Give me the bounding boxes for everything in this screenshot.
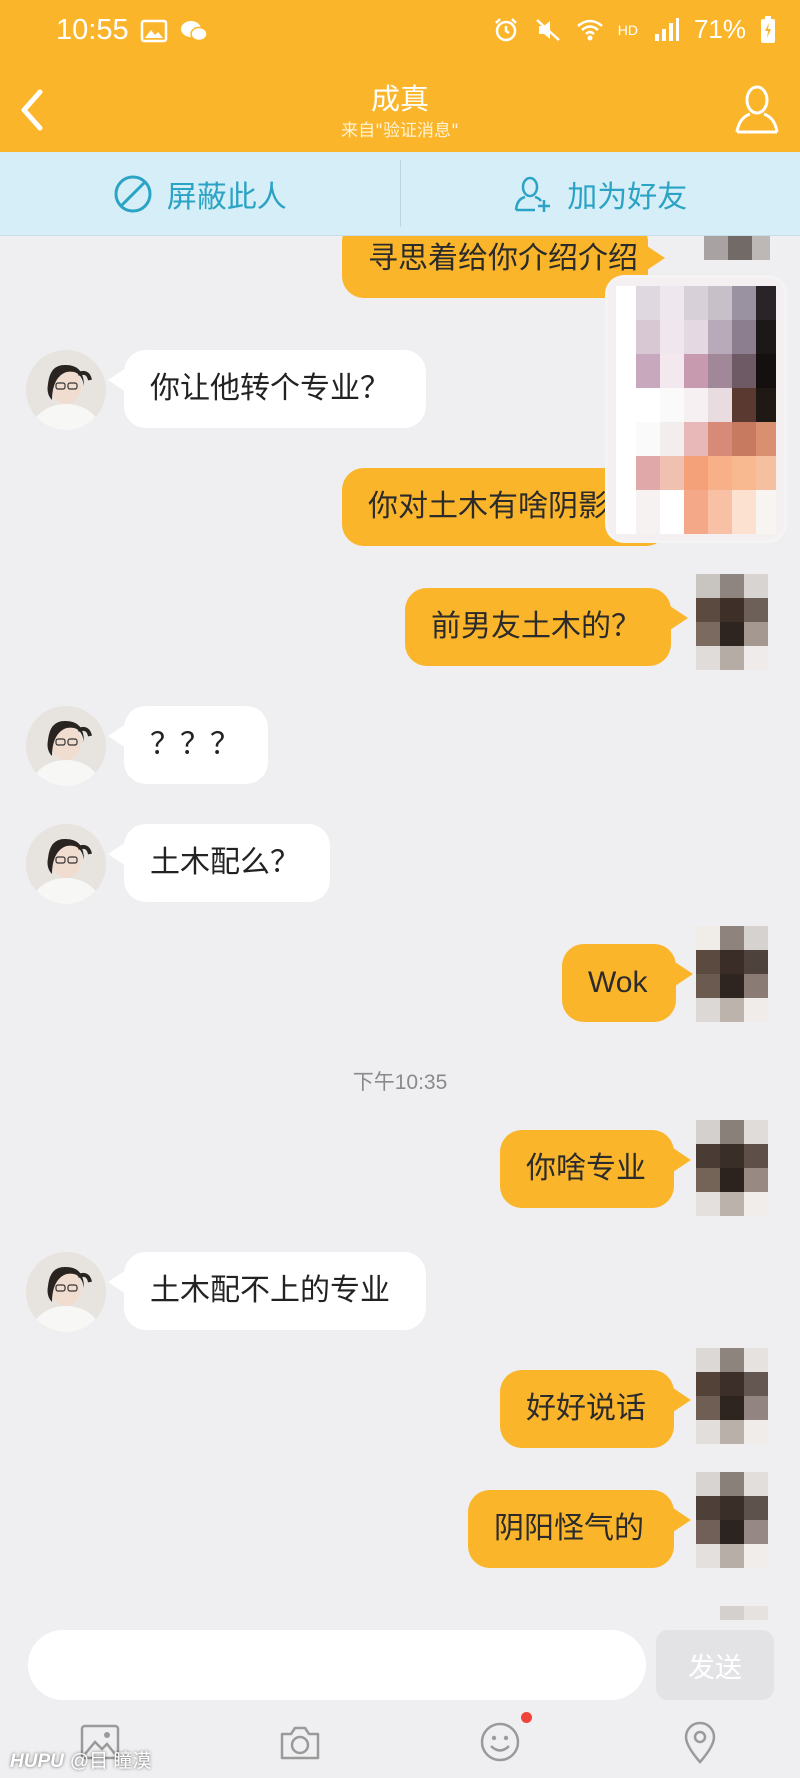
message-bubble-outgoing[interactable]: 前男友土木的？ bbox=[405, 588, 671, 666]
alarm-icon bbox=[494, 17, 517, 41]
add-friend-label: 加为好友 bbox=[567, 179, 688, 215]
block-icon bbox=[114, 175, 152, 212]
message-text: 你让他转个专业？ bbox=[150, 371, 390, 406]
watermark-handle: @目 瞳漠 bbox=[69, 1751, 152, 1772]
bubble-tail bbox=[673, 1388, 691, 1412]
profile-icon[interactable] bbox=[732, 80, 782, 138]
wechat-notification-icon bbox=[181, 21, 208, 42]
avatar-photo bbox=[26, 824, 106, 904]
add-friend-button[interactable]: 加为好友 bbox=[401, 152, 800, 235]
status-time: 10:55 bbox=[56, 14, 129, 46]
my-avatar[interactable] bbox=[696, 574, 774, 674]
message-text: 寻思着给你介绍介绍 bbox=[368, 241, 638, 276]
block-user-label: 屏蔽此人 bbox=[166, 179, 287, 215]
wifi-icon bbox=[576, 19, 603, 40]
message-bubble-incoming[interactable]: 土木配么？ bbox=[124, 824, 330, 902]
avatar-photo bbox=[26, 1252, 106, 1332]
message-bubble-outgoing[interactable]: 阴阳怪气的 bbox=[468, 1490, 674, 1568]
pixelated-photo bbox=[608, 278, 784, 540]
mute-icon bbox=[535, 18, 560, 41]
my-avatar[interactable] bbox=[696, 1606, 774, 1620]
add-friend-icon bbox=[515, 176, 551, 212]
battery-icon bbox=[761, 15, 775, 43]
status-system-icons: HD 71% bbox=[492, 14, 776, 45]
watermark-brand: HUPU bbox=[10, 1751, 64, 1772]
chat-header: 成真 来自"验证消息" bbox=[0, 66, 800, 152]
camera-icon[interactable] bbox=[276, 1718, 324, 1766]
message-text: ？？？ bbox=[150, 727, 240, 762]
status-notifications bbox=[140, 18, 208, 44]
location-icon[interactable] bbox=[676, 1718, 724, 1766]
message-text: 前男友土木的？ bbox=[431, 609, 641, 644]
send-button[interactable]: 发送 bbox=[656, 1630, 774, 1700]
bubble-tail bbox=[647, 246, 665, 270]
avatar-photo bbox=[26, 706, 106, 786]
bubble-tail bbox=[675, 962, 693, 986]
message-timestamp: 下午10:35 bbox=[352, 1071, 448, 1094]
message-text: 土木配不上的专业 bbox=[150, 1273, 390, 1308]
contact-avatar[interactable] bbox=[26, 824, 106, 904]
contact-avatar[interactable] bbox=[26, 350, 106, 430]
my-avatar[interactable] bbox=[696, 1120, 774, 1220]
message-input[interactable] bbox=[28, 1630, 646, 1700]
bubble-tail bbox=[673, 1508, 691, 1532]
my-avatar[interactable] bbox=[696, 1472, 774, 1572]
my-avatar[interactable] bbox=[696, 926, 774, 1026]
emoji-icon[interactable] bbox=[476, 1718, 524, 1766]
message-text: 你对土木有啥阴影 bbox=[368, 489, 608, 524]
floating-photo-preview[interactable] bbox=[608, 278, 784, 540]
message-bubble-incoming[interactable]: 土木配不上的专业 bbox=[124, 1252, 426, 1330]
message-bubble-outgoing[interactable]: 你啥专业 bbox=[500, 1130, 674, 1208]
send-button-label: 发送 bbox=[688, 1652, 742, 1684]
message-text: 土木配么？ bbox=[150, 845, 300, 880]
bubble-tail bbox=[670, 606, 688, 630]
signal-icon bbox=[654, 17, 679, 41]
contact-name: 成真 bbox=[370, 82, 429, 116]
contact-avatar[interactable] bbox=[26, 1252, 106, 1332]
contact-avatar[interactable] bbox=[26, 706, 106, 786]
message-bubble-outgoing[interactable]: Wok bbox=[562, 944, 676, 1022]
bubble-tail bbox=[673, 1148, 691, 1172]
my-avatar[interactable] bbox=[696, 1348, 774, 1448]
message-text: 你啥专业 bbox=[526, 1151, 646, 1186]
watermark: HUPU @目 瞳漠 bbox=[10, 1746, 151, 1773]
message-bubble-incoming[interactable]: ？？？ bbox=[124, 706, 268, 784]
gallery-notification-icon bbox=[140, 19, 168, 43]
message-bubble-outgoing[interactable]: 好好说话 bbox=[500, 1370, 674, 1448]
message-text: 好好说话 bbox=[526, 1391, 646, 1426]
block-user-button[interactable]: 屏蔽此人 bbox=[0, 152, 400, 235]
contact-source: 来自"验证消息" bbox=[341, 121, 459, 141]
avatar-photo bbox=[26, 350, 106, 430]
message-text: 阴阳怪气的 bbox=[494, 1511, 644, 1546]
stranger-action-bar: 屏蔽此人 加为好友 bbox=[0, 152, 800, 236]
notification-dot bbox=[521, 1712, 532, 1723]
message-bubble-incoming[interactable]: 你让他转个专业？ bbox=[124, 350, 426, 428]
network-type: HD bbox=[617, 21, 638, 38]
message-bubble-outgoing[interactable]: 寻思着给你介绍介绍 bbox=[342, 236, 648, 298]
status-bar: 10:55 HD 71% bbox=[0, 0, 800, 66]
composer-bar: 发送 bbox=[0, 1620, 800, 1708]
message-text: Wok bbox=[588, 966, 648, 999]
battery-percent: 71% bbox=[693, 14, 746, 44]
